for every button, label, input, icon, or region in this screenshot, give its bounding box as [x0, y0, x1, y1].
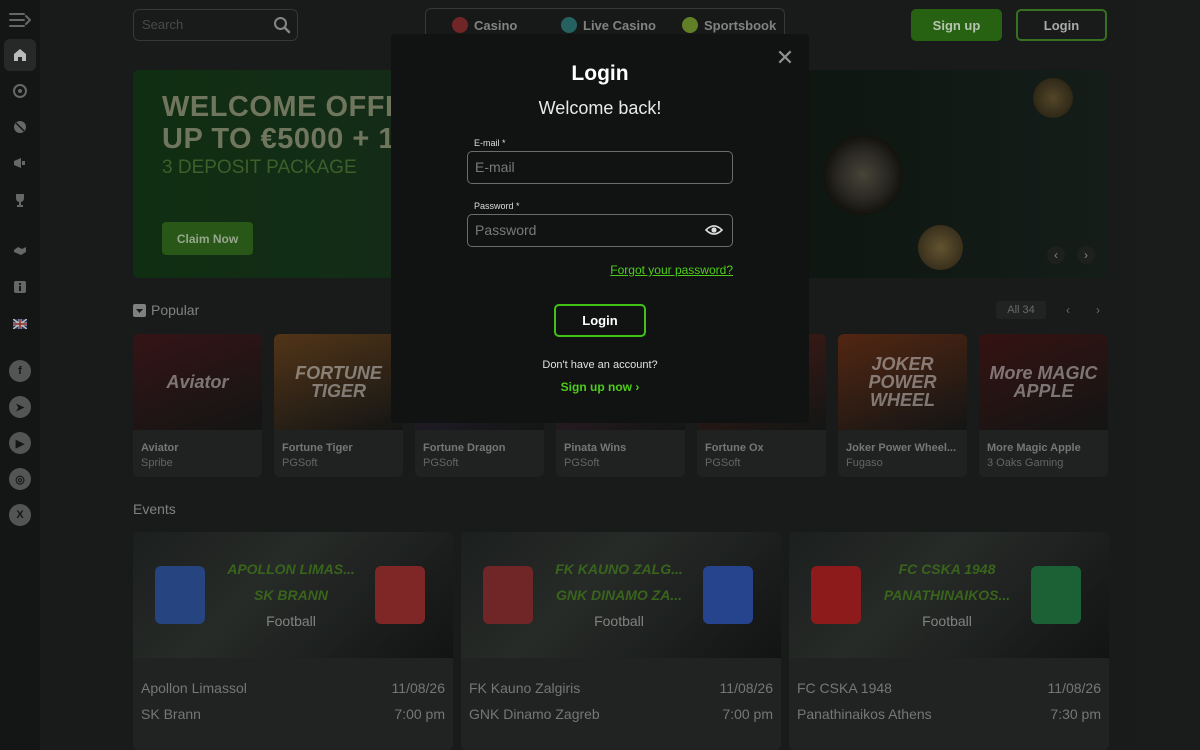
modal-subtitle: Welcome back!: [538, 98, 662, 118]
show-password-icon[interactable]: [704, 223, 724, 242]
password-input[interactable]: [475, 222, 695, 238]
signup-now-link[interactable]: Sign up now ›: [391, 380, 809, 394]
email-input[interactable]: [475, 159, 695, 175]
no-account-text: Don't have an account?: [542, 359, 658, 371]
password-field: [467, 214, 733, 247]
login-modal: ✕ Login Welcome back! E-mail * Password …: [391, 34, 809, 423]
modal-title: Login: [571, 62, 629, 85]
email-field: [467, 151, 733, 184]
login-submit-button[interactable]: Login: [554, 304, 646, 337]
password-label: Password *: [474, 201, 520, 211]
forgot-password-link[interactable]: Forgot your password?: [610, 263, 733, 277]
email-label: E-mail *: [474, 138, 506, 148]
